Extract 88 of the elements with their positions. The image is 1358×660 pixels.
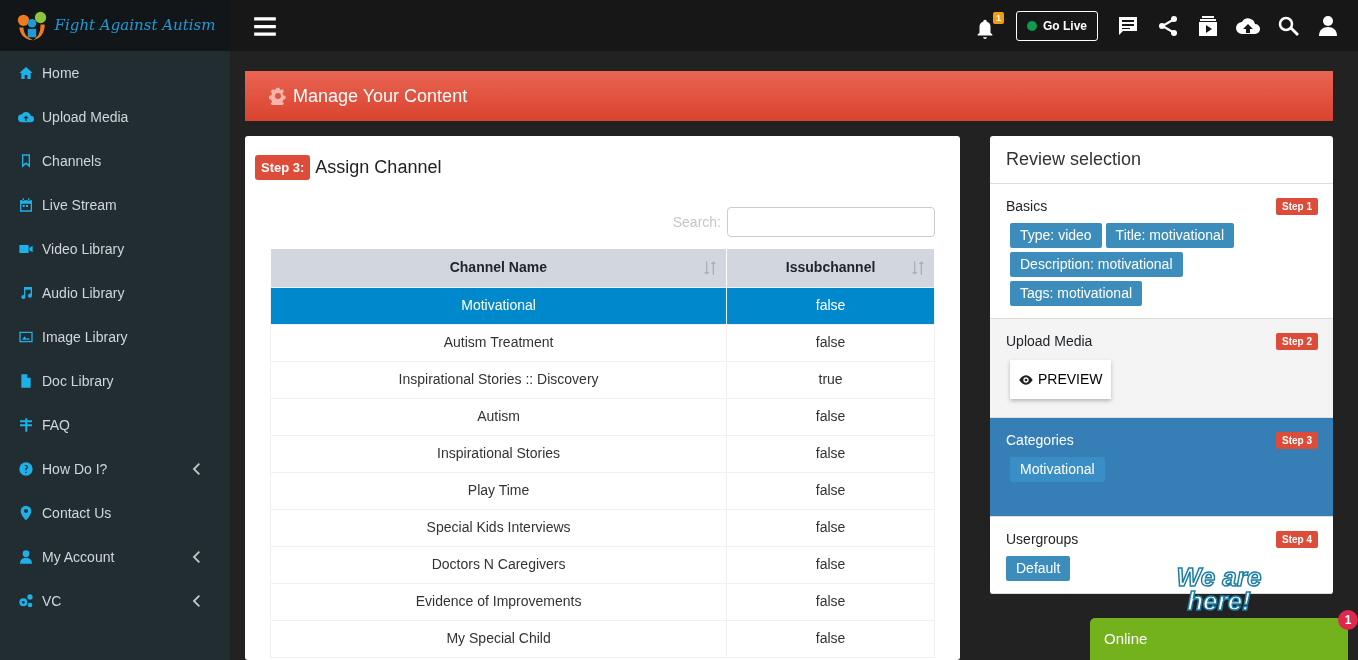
document-icon	[18, 373, 34, 389]
tag-label: Motivational	[1010, 457, 1105, 482]
search-label: Search:	[672, 212, 721, 232]
gears-icon	[18, 593, 34, 609]
table-row[interactable]: Play Time false	[270, 472, 935, 509]
image-icon	[18, 329, 34, 345]
table-cell: Evidence of Improvements	[270, 583, 727, 620]
sort-icon	[702, 260, 719, 276]
table-cell: false	[726, 398, 935, 435]
step-badge: Step 3	[1276, 432, 1318, 449]
playlist-play-icon	[1196, 13, 1220, 38]
sidebar-item[interactable]: Live Stream	[0, 183, 230, 227]
table-cell: My Special Child	[270, 620, 727, 657]
cloud-upload-icon	[18, 109, 34, 125]
step-badge: Step 1	[1276, 198, 1318, 215]
table-cell: Special Kids Interviews	[270, 509, 727, 546]
signpost-icon	[18, 417, 34, 433]
table-row[interactable]: Autism false	[270, 398, 935, 435]
table-row[interactable]: Inspirational Stories false	[270, 435, 935, 472]
preview-button[interactable]: PREVIEW	[1010, 360, 1111, 399]
tag-label: Title: motivational	[1105, 223, 1235, 248]
calendar-icon	[18, 197, 34, 213]
step-badge: Step 4	[1276, 531, 1318, 548]
share-icon	[1156, 13, 1180, 38]
section-title: Categories	[1006, 431, 1074, 450]
banner-title: Manage Your Content	[293, 84, 468, 108]
table-row[interactable]: Inspirational Stories :: Discovery true	[270, 361, 935, 398]
home-icon	[18, 65, 34, 81]
sort-icon	[910, 260, 926, 276]
table-cell: false	[726, 509, 935, 546]
location-pin-icon	[18, 505, 34, 521]
table-row[interactable]: Autism Treatment false	[270, 324, 935, 361]
user-icon	[1316, 13, 1340, 38]
table-row[interactable]: Motivational false	[270, 287, 935, 324]
music-note-icon	[18, 285, 34, 301]
step-badge: Step 2	[1276, 333, 1318, 350]
table-row[interactable]: Special Kids Interviews false	[270, 509, 935, 546]
live-dot-icon	[1027, 20, 1037, 31]
table-cell: false	[726, 583, 935, 620]
table-cell: true	[726, 361, 935, 398]
sidebar-item[interactable]: VC	[0, 579, 230, 623]
column-header[interactable]: Channel Name	[270, 249, 727, 287]
sidebar-item[interactable]: Video Library	[0, 227, 230, 271]
table-cell: Autism	[270, 398, 727, 435]
table-cell: false	[726, 324, 935, 361]
tag-label: Tags: motivational	[1010, 281, 1143, 306]
table-cell: false	[726, 546, 935, 583]
review-title: Review selection	[990, 136, 1333, 184]
table-row[interactable]: My Special Child false	[270, 620, 935, 657]
sidebar-item[interactable]: Home	[0, 51, 230, 95]
column-header[interactable]: Issubchannel	[726, 249, 935, 287]
step-label: Step 3:	[255, 154, 311, 181]
sidebar-item[interactable]: How Do I?	[0, 447, 230, 491]
table-cell: Play Time	[270, 472, 727, 509]
tag-label: Type: video	[1010, 223, 1102, 248]
tag-label: Default	[1006, 556, 1071, 581]
sidebar-item[interactable]: FAQ	[0, 403, 230, 447]
table-cell: Autism Treatment	[270, 324, 727, 361]
sidebar-item[interactable]: Channels	[0, 139, 230, 183]
search-field[interactable]	[727, 207, 935, 237]
table-cell: false	[726, 435, 935, 472]
brand-name: Fight Against Autism	[54, 15, 216, 37]
table-cell: false	[726, 620, 935, 657]
section-title: Basics	[1006, 197, 1048, 216]
go-live-button[interactable]: Go Live	[1016, 10, 1098, 41]
sidebar-item[interactable]: Image Library	[0, 315, 230, 359]
section-title: Usergroups	[1006, 530, 1079, 549]
section-title: Upload Media	[1006, 332, 1093, 351]
table-row[interactable]: Doctors N Caregivers false	[270, 546, 935, 583]
sidebar-item[interactable]: Upload Media	[0, 95, 230, 139]
gear-icon	[269, 87, 287, 105]
chat-logo: We are here!	[1175, 564, 1263, 614]
sidebar-item[interactable]: Audio Library	[0, 271, 230, 315]
user-icon	[18, 549, 34, 565]
table-cell: false	[726, 287, 935, 324]
table-cell: Motivational	[270, 287, 727, 324]
tag-label: Description: motivational	[1010, 252, 1183, 277]
sidebar-item[interactable]: My Account	[0, 535, 230, 579]
question-icon	[18, 461, 34, 477]
table-cell: false	[726, 472, 935, 509]
table-cell: Inspirational Stories	[270, 435, 727, 472]
sidebar-item[interactable]: Doc Library	[0, 359, 230, 403]
section-title: Assign Channel	[315, 156, 442, 179]
table-row[interactable]: Evidence of Improvements false	[270, 583, 935, 620]
table-cell: Doctors N Caregivers	[270, 546, 727, 583]
table-cell: Inspirational Stories :: Discovery	[270, 361, 727, 398]
sidebar-item[interactable]: Contact Us	[0, 491, 230, 535]
notification-badge: 1	[992, 11, 1004, 24]
